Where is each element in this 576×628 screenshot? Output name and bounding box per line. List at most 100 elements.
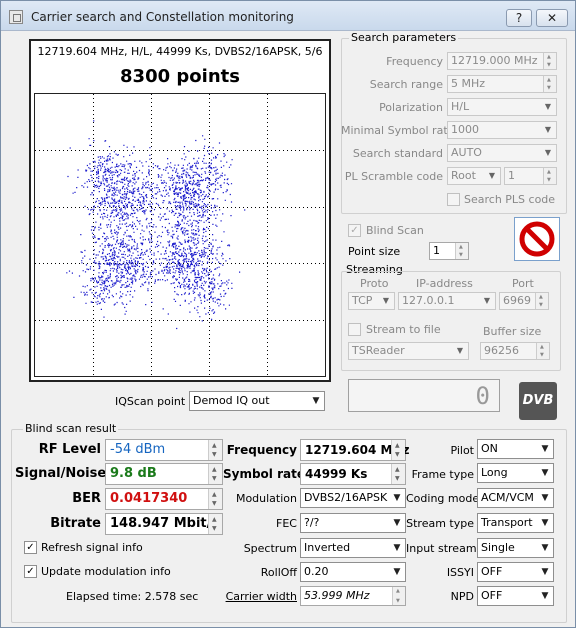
proto-select[interactable]: TCP ▼: [348, 292, 395, 310]
rf-level-field: -54 dBm: [105, 439, 223, 461]
carrier-width-field[interactable]: 53.999 MHz: [300, 586, 406, 606]
blind-scan-label: Blind Scan: [366, 224, 424, 237]
constellation-point-cloud: [66, 120, 246, 330]
chevron-down-icon: ▼: [541, 543, 549, 553]
carrier-width-value: 53.999 MHz: [304, 589, 370, 602]
spinner-icon[interactable]: [208, 514, 222, 534]
pilot-label: Pilot: [450, 444, 474, 457]
chevron-down-icon: ▼: [541, 591, 549, 601]
iqscan-select[interactable]: Demod IQ out ▼: [189, 391, 325, 411]
polarization-label: Polarization: [379, 101, 443, 114]
issyi-select[interactable]: OFF ▼: [477, 562, 554, 582]
chevron-down-icon: ▼: [483, 296, 491, 305]
carrier-width-label[interactable]: Carrier width: [223, 590, 297, 603]
ber-value: 0.0417340: [110, 491, 188, 506]
chevron-down-icon: ▼: [382, 296, 390, 305]
title-bar: Carrier search and Constellation monitor…: [1, 1, 575, 31]
point-size-input[interactable]: 1: [429, 242, 469, 260]
stream-to-file-label: Stream to file: [366, 323, 441, 336]
spinner-icon[interactable]: [543, 53, 556, 69]
coding-mode-select[interactable]: ACM/VCM ▼: [477, 488, 554, 508]
spinner-icon[interactable]: [536, 343, 549, 359]
search-pls-label: Search PLS code: [464, 193, 556, 206]
symbol-rate-value: 44999 Ks: [305, 467, 368, 481]
port-input[interactable]: 6969: [499, 292, 549, 310]
spinner-icon[interactable]: [208, 440, 222, 460]
elapsed-time: Elapsed time: 2.578 sec: [66, 590, 199, 603]
pilot-value: ON: [481, 442, 498, 455]
symbol-rate-label: Symbol rate: [223, 467, 305, 481]
input-stream-select[interactable]: Single ▼: [477, 538, 554, 558]
constellation-header: 12719.604 MHz, H/L, 44999 Ks, DVBS2/16AP…: [37, 45, 323, 58]
pl-code-value: 1: [508, 169, 515, 182]
counter-value: 0: [475, 382, 490, 410]
signal-noise-label: Signal/Noise: [15, 466, 107, 481]
rolloff-select[interactable]: 0.20 ▼: [300, 562, 406, 582]
spinner-icon[interactable]: [392, 587, 405, 605]
frequency-label: Frequency: [386, 55, 443, 68]
pl-mode-select[interactable]: Root ▼: [447, 167, 501, 185]
stream-type-select[interactable]: Transport ▼: [477, 513, 554, 533]
spinner-icon[interactable]: [543, 76, 556, 92]
spinner-icon[interactable]: [391, 440, 405, 460]
frequency-result-field: 12719.604 MHz: [300, 439, 410, 461]
proto-value: TCP: [352, 294, 373, 307]
frame-type-value: Long: [481, 466, 508, 479]
spinner-icon[interactable]: [455, 243, 468, 259]
counter-display: 0: [348, 379, 500, 412]
refresh-signal-checkbox[interactable]: ✓: [24, 541, 37, 554]
frame-type-select[interactable]: Long ▼: [477, 463, 554, 483]
modulation-select[interactable]: DVBS2/16APSK ▼: [300, 488, 406, 508]
fec-select[interactable]: ?/? ▼: [300, 513, 406, 533]
stream-type-label: Stream type: [406, 517, 474, 530]
search-range-input[interactable]: 5 MHz: [447, 75, 557, 93]
npd-label: NPD: [450, 590, 474, 603]
polarization-select[interactable]: H/L ▼: [447, 98, 557, 116]
close-button[interactable]: ✕: [536, 9, 568, 27]
spectrum-select[interactable]: Inverted ▼: [300, 538, 406, 558]
min-symbol-rate-value: 1000: [451, 123, 479, 136]
chevron-down-icon: ▼: [541, 468, 549, 478]
rolloff-value: 0.20: [304, 565, 329, 578]
stream-target-value: TSReader: [352, 344, 405, 357]
symbol-rate-field: 44999 Ks: [300, 463, 406, 485]
dvb-logo-text: DVB: [522, 393, 554, 408]
ip-select[interactable]: 127.0.0.1 ▼: [398, 292, 496, 310]
search-standard-select[interactable]: AUTO ▼: [447, 144, 557, 162]
bitrate-value: 148.947 Mbit/s: [110, 516, 220, 531]
signal-noise-field: 9.8 dB: [105, 463, 223, 485]
port-label: Port: [512, 277, 534, 290]
chevron-down-icon: ▼: [541, 493, 549, 503]
update-modulation-checkbox[interactable]: ✓: [24, 565, 37, 578]
min-symbol-rate-label: Minimal Symbol rate: [341, 124, 455, 137]
spinner-icon[interactable]: [391, 464, 405, 484]
constellation-points: [66, 120, 246, 330]
fec-value: ?/?: [304, 516, 320, 529]
search-range-label: Search range: [369, 78, 443, 91]
npd-select[interactable]: OFF ▼: [477, 586, 554, 606]
search-pls-checkbox[interactable]: [447, 193, 460, 206]
spinner-icon[interactable]: [543, 168, 556, 184]
pilot-select[interactable]: ON ▼: [477, 439, 554, 459]
stream-target-select[interactable]: TSReader ▼: [348, 342, 469, 360]
stop-button[interactable]: [514, 217, 560, 261]
search-parameters-title: Search parameters: [349, 31, 459, 44]
port-value: 6969: [503, 294, 531, 307]
buffer-size-value: 96256: [484, 344, 519, 357]
help-button[interactable]: ?: [506, 9, 532, 27]
blind-scan-checkbox[interactable]: ✓: [348, 224, 361, 237]
min-symbol-rate-select[interactable]: 1000 ▼: [447, 121, 557, 139]
constellation-plot: [34, 93, 326, 377]
ber-field: 0.0417340: [105, 488, 223, 510]
pl-code-input[interactable]: 1: [504, 167, 557, 185]
blind-scan-result-title: Blind scan result: [23, 422, 119, 435]
frequency-input[interactable]: 12719.000 MHz: [447, 52, 557, 70]
ip-label: IP-address: [416, 277, 473, 290]
spinner-icon[interactable]: [208, 464, 222, 484]
spinner-icon[interactable]: [208, 489, 222, 509]
update-modulation-label: Update modulation info: [41, 565, 171, 578]
stream-to-file-checkbox[interactable]: [348, 323, 361, 336]
buffer-size-input[interactable]: 96256: [480, 342, 550, 360]
spinner-icon[interactable]: [535, 293, 548, 309]
pl-scramble-label: PL Scramble code: [344, 170, 443, 183]
